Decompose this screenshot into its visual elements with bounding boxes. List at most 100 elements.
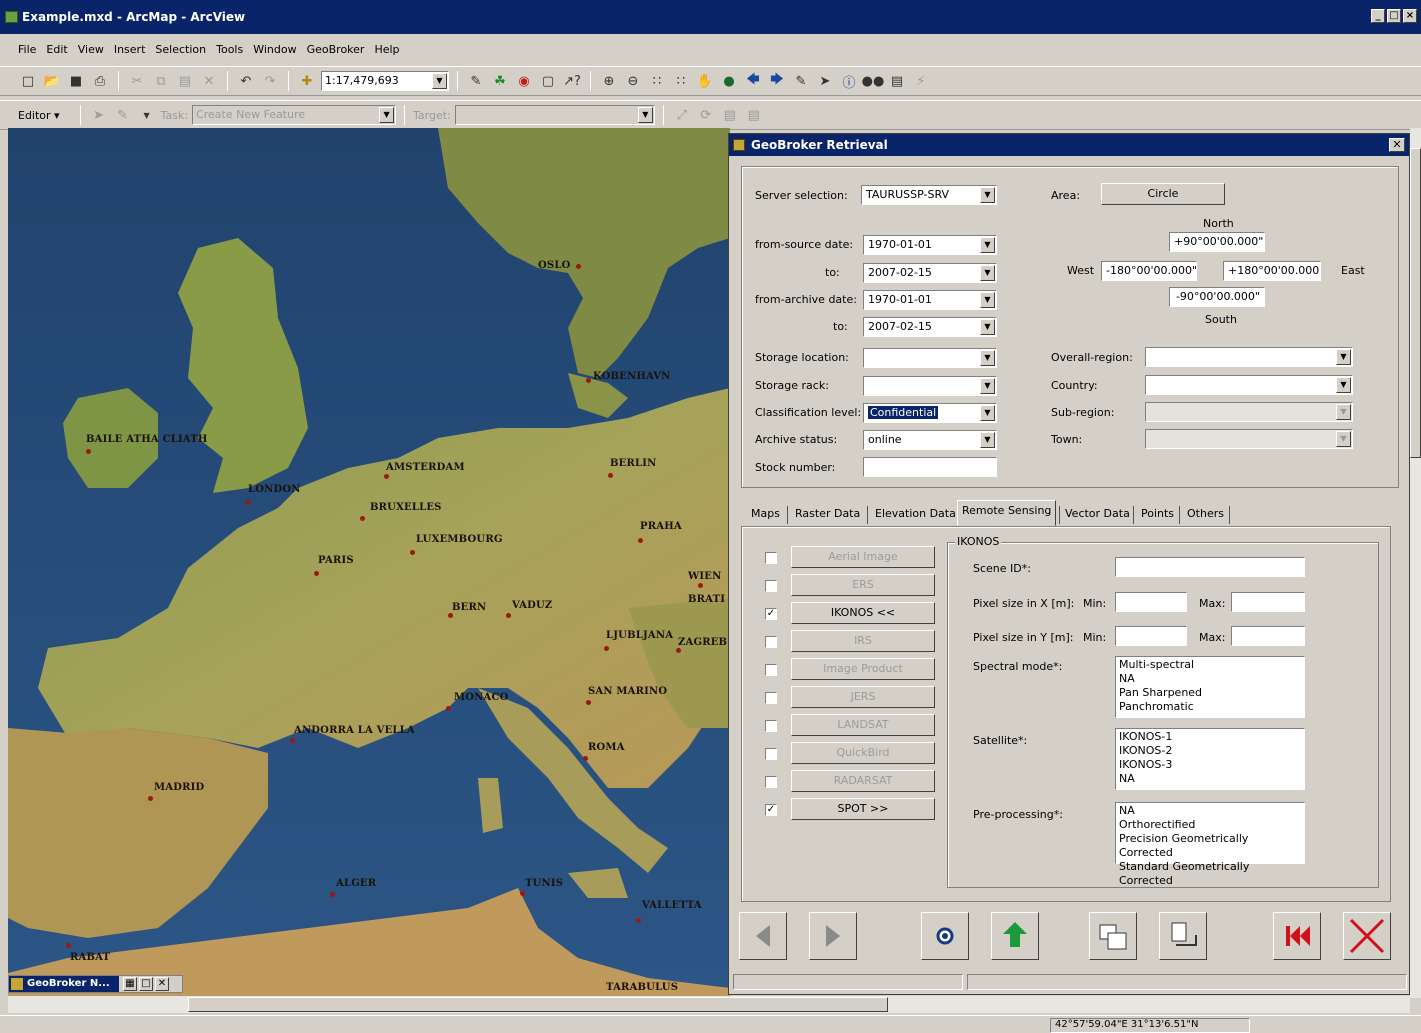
chevron-down-icon[interactable]: ▼ (980, 350, 995, 366)
chevron-down-icon[interactable]: ▼ (1336, 349, 1351, 365)
copy-icon[interactable]: ⧉ (151, 71, 171, 91)
export-button[interactable] (991, 912, 1039, 960)
select-elements-icon[interactable]: ➤ (815, 71, 835, 91)
arctoolbox-icon[interactable]: ☘ (490, 71, 510, 91)
satellite-listbox[interactable]: IKONOS-1 IKONOS-2 IKONOS-3 NA (1115, 728, 1305, 790)
chevron-down-icon[interactable]: ▼ (980, 187, 995, 203)
list-item[interactable]: Standard Geometrically Corrected (1119, 860, 1301, 888)
save-icon[interactable]: ■ (66, 71, 86, 91)
menu-file[interactable]: File (18, 43, 36, 56)
tab-points[interactable]: Points (1137, 504, 1178, 526)
west-coordinate-input[interactable]: -180°00'00.000" ▲▼ (1101, 261, 1197, 281)
list-item[interactable]: IKONOS-1 (1119, 730, 1301, 744)
attributes-icon[interactable]: ▤ (720, 105, 740, 125)
area-circle-button[interactable]: Circle (1101, 183, 1225, 205)
spectral-mode-listbox[interactable]: Multi-spectral NA Pan Sharpened Panchrom… (1115, 656, 1305, 718)
minimize-button[interactable]: _ (1371, 9, 1385, 23)
task-combo[interactable]: Create New Feature ▼ (192, 105, 397, 125)
whats-this-icon[interactable]: ↗? (562, 71, 582, 91)
chevron-down-icon[interactable]: ▼ (980, 319, 995, 335)
chevron-down-icon[interactable]: ▼ (980, 405, 995, 421)
zoom-in-icon[interactable]: ⊕ (599, 71, 619, 91)
chevron-down-icon[interactable]: ▼ (1336, 404, 1351, 420)
chevron-down-icon[interactable]: ▼ (980, 292, 995, 308)
from-source-date-field[interactable]: 1970-01-01 ▼ (863, 235, 997, 255)
sensor-button-ers[interactable]: ERS (791, 574, 935, 596)
chevron-down-icon[interactable]: ▼ (980, 378, 995, 394)
checkbox-irs[interactable] (765, 636, 777, 648)
chevron-down-icon[interactable]: ▼ (980, 432, 995, 448)
back-extent-icon[interactable]: 🡄 (743, 71, 763, 91)
dialog-close-button[interactable]: ✕ (1389, 138, 1405, 152)
print-icon[interactable]: ⎙ (90, 71, 110, 91)
scene-id-input[interactable] (1115, 557, 1305, 577)
storage-rack-select[interactable]: ▼ (863, 376, 997, 396)
find-binoculars-icon[interactable]: ●● (862, 71, 885, 91)
checkbox-quickbird[interactable] (765, 748, 777, 760)
close-button[interactable]: × (1403, 9, 1417, 23)
checkbox-image-product[interactable] (765, 664, 777, 676)
list-item[interactable]: Orthorectified (1119, 818, 1301, 832)
map-horizontal-scrollbar[interactable] (8, 996, 1410, 1013)
pixel-y-min-input[interactable] (1115, 626, 1187, 646)
list-item[interactable]: Multi-spectral (1119, 658, 1301, 672)
edit-tool-icon[interactable]: ➤ (89, 105, 109, 125)
preprocessing-listbox[interactable]: NA Orthorectified Precision Geometricall… (1115, 802, 1305, 887)
tab-others[interactable]: Others (1183, 504, 1228, 526)
delete-icon[interactable]: ✕ (199, 71, 219, 91)
pixel-x-max-input[interactable] (1231, 592, 1305, 612)
forward-extent-icon[interactable]: 🡆 (767, 71, 787, 91)
list-item[interactable]: IKONOS-3 (1119, 758, 1301, 772)
add-to-map-button[interactable] (1159, 912, 1207, 960)
tab-remote-sensing[interactable]: Remote Sensing (957, 500, 1057, 526)
sensor-button-aerial-image[interactable]: Aerial Image (791, 546, 935, 568)
cancel-button[interactable] (1343, 912, 1391, 960)
scrollbar-thumb[interactable] (188, 997, 888, 1012)
full-extent-icon[interactable]: ● (719, 71, 739, 91)
checkbox-jers[interactable] (765, 692, 777, 704)
menu-tools[interactable]: Tools (216, 43, 243, 56)
add-data-icon[interactable]: ✚ (297, 71, 317, 91)
pixel-x-min-input[interactable] (1115, 592, 1187, 612)
archive-status-select[interactable]: online ▼ (863, 430, 997, 450)
select-features-icon[interactable]: ✎ (791, 71, 811, 91)
fixed-zoom-out-icon[interactable]: ∷ (671, 71, 691, 91)
list-item[interactable]: Precision Geometrically Corrected (1119, 832, 1301, 860)
sensor-button-landsat[interactable]: LANDSAT (791, 714, 935, 736)
map-scale-combo[interactable]: 1:17,479,693 ▼ (321, 71, 449, 91)
copy-layout-button[interactable] (1089, 912, 1137, 960)
menu-selection[interactable]: Selection (155, 43, 206, 56)
checkbox-aerial-image[interactable] (765, 552, 777, 564)
checkbox-ikonos[interactable]: ✓ (765, 608, 777, 620)
tab-vector-data[interactable]: Vector Data (1061, 504, 1134, 526)
menu-window[interactable]: Window (253, 43, 296, 56)
country-select[interactable]: ▼ (1145, 375, 1353, 395)
window-icon[interactable]: ▢ (538, 71, 558, 91)
sensor-button-ikonos[interactable]: IKONOS << (791, 602, 935, 624)
from-archive-date-field[interactable]: 1970-01-01 ▼ (863, 290, 997, 310)
checkbox-ers[interactable] (765, 580, 777, 592)
maximize-button[interactable]: □ (1387, 9, 1401, 23)
map-view[interactable]: OSLO KOBENHAVN BAILE ATHA CLIATH AMSTERD… (8, 128, 730, 998)
pixel-y-max-input[interactable] (1231, 626, 1305, 646)
sketch-dropdown-icon[interactable]: ▼ (137, 105, 157, 125)
editor-toolbar-icon[interactable]: ✎ (466, 71, 486, 91)
storage-location-select[interactable]: ▼ (863, 348, 997, 368)
hyperlink-icon[interactable]: ⚡ (911, 71, 931, 91)
menu-edit[interactable]: Edit (46, 43, 67, 56)
chevron-down-icon[interactable]: ▼ (980, 265, 995, 281)
undo-icon[interactable]: ↶ (236, 71, 256, 91)
scrollbar-thumb[interactable] (1410, 148, 1421, 458)
server-selection-select[interactable]: TAURUSSP-SRV ▼ (861, 185, 997, 205)
sketch-tool-icon[interactable]: ✎ (113, 105, 133, 125)
new-document-icon[interactable]: □ (18, 71, 38, 91)
mini-maximize-button[interactable]: □ (139, 977, 153, 991)
editor-menu[interactable]: Editor ▾ (18, 109, 60, 122)
to-source-date-field[interactable]: 2007-02-15 ▼ (863, 263, 997, 283)
geobroker-mini-window[interactable]: GeoBroker N... ▦ □ ✕ (8, 975, 183, 993)
previous-button[interactable] (739, 912, 787, 960)
menu-geobroker[interactable]: GeoBroker (307, 43, 365, 56)
sensor-button-irs[interactable]: IRS (791, 630, 935, 652)
toolbox-icon[interactable]: ◉ (514, 71, 534, 91)
search-button[interactable] (921, 912, 969, 960)
